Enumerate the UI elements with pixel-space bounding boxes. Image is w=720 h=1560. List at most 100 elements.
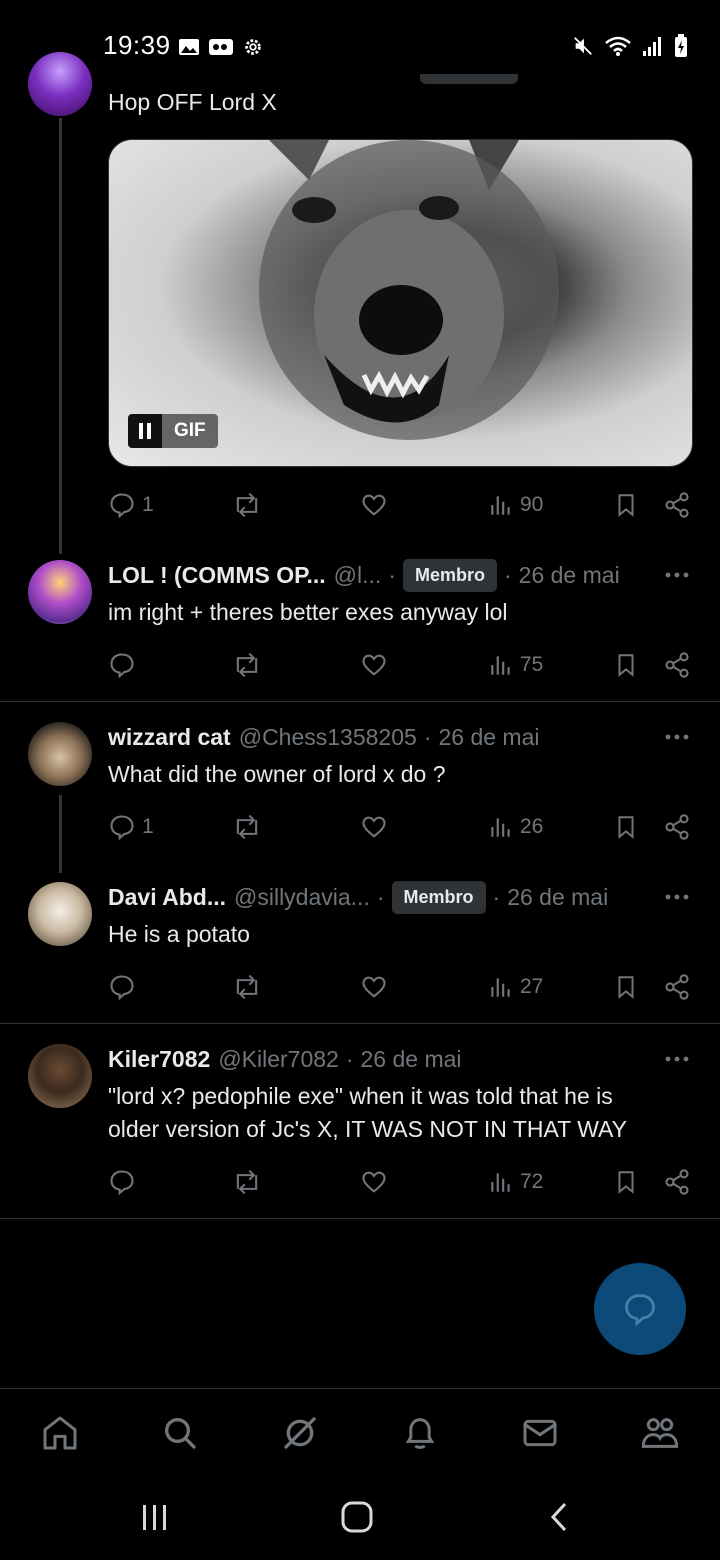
views-icon [491,818,510,837]
reply-button[interactable]: 1 [108,488,154,522]
views-button[interactable]: 90 [488,488,543,522]
repost-button[interactable] [231,810,263,844]
bookmark-button[interactable] [613,648,639,682]
tweet-gif-media[interactable]: GIF [108,139,693,467]
tweet-header: LOL ! (COMMS OP... @l... · Membro · 26 d… [108,558,668,592]
views-icon [491,496,510,515]
like-button[interactable] [360,810,388,844]
tweet-actions: 1 90 [108,488,698,522]
heart-icon [362,976,386,998]
repost-button[interactable] [231,970,263,1004]
status-bar: 19:39 [0,0,720,80]
tweet-header: wizzard cat @Chess1358205 · 26 de mai [108,720,668,754]
more-options-icon[interactable] [664,732,690,742]
display-name[interactable]: Kiler7082 [108,1046,210,1073]
compose-reply-fab[interactable] [594,1263,686,1355]
share-button[interactable] [663,488,691,522]
bookmark-button[interactable] [613,970,639,1004]
avatar[interactable] [28,882,92,946]
tweet-date[interactable]: 26 de mai [438,724,539,751]
recent-apps-icon[interactable] [140,1502,170,1532]
tweet-text-line: "lord x? pedophile exe" when it was told… [108,1083,613,1109]
tweet-actions: 75 [108,648,698,682]
share-icon [665,974,689,1000]
tweet-date[interactable]: 26 de mai [519,562,620,589]
tweet-header: Davi Abd... @sillydavia... · Membro · 26… [108,880,668,914]
repost-button[interactable] [231,488,263,522]
reply-icon [110,493,134,519]
display-name[interactable]: wizzard cat [108,724,231,751]
tweet-actions: 27 [108,970,698,1004]
bookmark-button[interactable] [613,488,639,522]
avatar[interactable] [28,722,92,786]
reply-icon [110,975,134,1001]
share-icon [665,1169,689,1195]
member-badge: Membro [402,558,497,592]
handle[interactable]: @Chess1358205 [239,724,417,751]
avatar[interactable] [28,52,92,116]
share-button[interactable] [663,810,691,844]
heart-icon [362,494,386,516]
tweet-date[interactable]: 26 de mai [361,1046,462,1073]
handle[interactable]: @sillydavia... [234,884,370,911]
like-button[interactable] [360,488,388,522]
messages-icon [523,1419,557,1447]
like-button[interactable] [360,1165,388,1199]
reply-button[interactable]: 1 [108,810,154,844]
share-button[interactable] [663,970,691,1004]
nav-search[interactable] [160,1413,200,1453]
reply-icon [110,1170,134,1196]
repost-button[interactable] [231,1165,263,1199]
repost-icon [236,492,258,518]
handle[interactable]: @Kiler7082 [218,1046,339,1073]
share-button[interactable] [663,1165,691,1199]
like-button[interactable] [360,970,388,1004]
more-options-icon[interactable] [664,1054,690,1064]
more-options-icon[interactable] [664,570,690,580]
tweet-header: Kiler7082 @Kiler7082 · 26 de mai [108,1042,668,1076]
repost-icon [236,974,258,1000]
separator-dot: · [423,723,432,750]
bookmark-button[interactable] [613,810,639,844]
separator-dot: · [492,883,501,910]
tweet-date[interactable]: 26 de mai [507,884,608,911]
share-button[interactable] [663,648,691,682]
repost-icon [236,814,258,840]
more-options-icon[interactable] [664,892,690,902]
reply-button[interactable] [108,648,136,682]
tweet-text-line: older version of Jc's X, IT WAS NOT IN T… [108,1116,628,1142]
bookmark-button[interactable] [613,1165,639,1199]
display-name[interactable]: LOL ! (COMMS OP... [108,562,326,589]
nav-grok[interactable] [280,1413,320,1453]
pause-icon[interactable] [128,414,162,448]
home-button-icon[interactable] [340,1500,374,1534]
back-icon[interactable] [545,1500,575,1534]
like-button[interactable] [360,648,388,682]
tweet-text: im right + theres better exes anyway lol [108,599,508,625]
repost-button[interactable] [231,648,263,682]
views-button[interactable]: 75 [488,648,543,682]
views-button[interactable]: 72 [488,1165,543,1199]
gif-badge[interactable]: GIF [128,414,218,448]
separator-dot: · [345,1045,354,1072]
handle[interactable]: @l... [334,562,382,589]
voicemail-icon [209,39,233,55]
reply-button[interactable] [108,1165,136,1199]
status-time: 19:39 [103,30,171,60]
bookmark-icon [618,494,634,517]
display-name[interactable]: Davi Abd... [108,884,226,911]
views-button[interactable]: 27 [488,970,543,1004]
heart-icon [362,1171,386,1193]
home-icon [43,1416,77,1450]
avatar[interactable] [28,560,92,624]
repost-icon [236,652,258,678]
nav-notifications[interactable] [400,1413,440,1453]
nav-communities[interactable] [640,1413,680,1453]
nav-home[interactable] [40,1413,80,1453]
nav-messages[interactable] [520,1413,560,1453]
bookmark-icon [618,654,634,677]
avatar[interactable] [28,1044,92,1108]
reply-button[interactable] [108,970,136,1004]
gif-label: GIF [162,414,218,448]
views-button[interactable]: 26 [488,810,543,844]
